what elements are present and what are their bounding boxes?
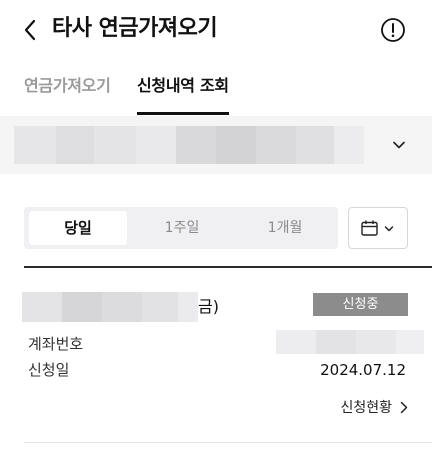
period-option-month[interactable]: 1개월 (236, 211, 334, 245)
application-status-link[interactable]: 신청현황 (340, 394, 408, 420)
account-number-label: 계좌번호 (28, 335, 84, 353)
app-header: 타사 연금가져오기 (0, 0, 432, 60)
tab-pension-transfer[interactable]: 연금가져오기 (24, 72, 111, 116)
active-tab-indicator (137, 112, 229, 115)
masked-account-number (276, 330, 424, 354)
exclamation-circle-icon (381, 18, 405, 42)
product-name-suffix: 금) (198, 297, 219, 316)
chevron-down-icon (393, 141, 405, 149)
period-option-today[interactable]: 당일 (29, 211, 127, 245)
info-button[interactable] (380, 17, 406, 43)
tab-bar: 연금가져오기 신청내역 조회 (0, 72, 432, 116)
account-selector[interactable] (0, 116, 432, 174)
application-item: 금) 신청중 계좌번호 신청일 2024.07.12 신청현황 (0, 268, 432, 442)
back-button[interactable] (18, 16, 42, 44)
calendar-button[interactable] (348, 207, 408, 249)
chevron-right-icon (400, 401, 408, 413)
tab-application-history[interactable]: 신청내역 조회 (137, 72, 229, 116)
page-title: 타사 연금가져오기 (52, 16, 218, 41)
chevron-left-icon (24, 19, 36, 41)
masked-product-name (22, 292, 198, 322)
period-option-week[interactable]: 1주일 (133, 211, 231, 245)
status-link-label: 신청현황 (340, 400, 392, 416)
chevron-down-icon (384, 226, 394, 232)
tab-label: 연금가져오기 (24, 76, 111, 95)
status-badge: 신청중 (313, 293, 408, 316)
application-date-label: 신청일 (28, 361, 70, 379)
period-filter: 당일 1주일 1개월 (24, 207, 338, 249)
application-date-value: 2024.07.12 (320, 361, 406, 379)
calendar-icon (361, 220, 378, 236)
masked-account-info (14, 126, 364, 164)
tab-label: 신청내역 조회 (137, 76, 229, 95)
list-item-divider (24, 442, 432, 443)
